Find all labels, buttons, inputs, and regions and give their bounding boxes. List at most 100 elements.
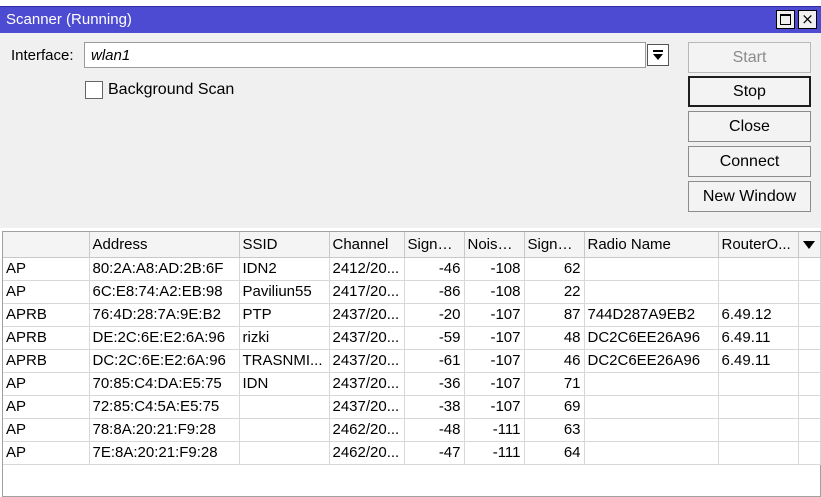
column-header-signal-strength[interactable]: Signal... [404,232,465,258]
cell-routeros-version: 6.49.11 [718,326,799,350]
cell-address: DC:2C:6E:E2:6A:96 [89,349,240,373]
cell-ssid [239,395,330,419]
interface-dropdown-button[interactable] [647,44,669,66]
cell-signal-to-noise: 63 [524,418,585,442]
cell-radio-name: DC2C6EE26A96 [584,326,719,350]
cell-spacer [798,418,821,442]
cell-noise: -111 [464,441,525,465]
cell-ssid: IDN [239,372,330,396]
cell-flags: AP [3,257,90,281]
cell-spacer [798,326,821,350]
background-scan-label[interactable]: Background Scan [108,81,234,99]
cell-ssid: PTP [239,303,330,327]
cell-radio-name [584,395,719,419]
cell-signal-to-noise: 87 [524,303,585,327]
cell-signal-strength: -48 [404,418,465,442]
title-bar: Scanner (Running) × [0,6,821,33]
cell-channel: 2437/20... [329,372,405,396]
interface-label: Interface: [11,47,74,64]
cell-flags: APRB [3,326,90,350]
cell-signal-to-noise: 69 [524,395,585,419]
cell-ssid: Paviliun55 [239,280,330,304]
cell-spacer [798,441,821,465]
table-row[interactable]: AP 78:8A:20:21:F9:28 2462/20... -48 -111 63 [3,418,821,442]
cell-channel: 2462/20... [329,441,405,465]
cell-address: 80:2A:A8:AD:2B:6F [89,257,240,281]
cell-signal-strength: -59 [404,326,465,350]
cell-signal-strength: -86 [404,280,465,304]
column-header-routeros-version[interactable]: RouterO... [718,232,799,258]
cell-routeros-version [718,257,799,281]
cell-radio-name: DC2C6EE26A96 [584,349,719,373]
column-header-flags[interactable] [3,232,90,258]
connect-button[interactable]: Connect [688,146,811,177]
cell-noise: -107 [464,349,525,373]
cell-flags: AP [3,372,90,396]
background-scan-checkbox[interactable] [85,81,103,99]
cell-signal-to-noise: 22 [524,280,585,304]
cell-signal-strength: -61 [404,349,465,373]
column-chooser-button[interactable] [798,232,821,258]
cell-noise: -107 [464,303,525,327]
cell-flags: AP [3,418,90,442]
cell-signal-to-noise: 48 [524,326,585,350]
cell-noise: -108 [464,280,525,304]
cell-radio-name [584,257,719,281]
cell-flags: AP [3,395,90,419]
interface-field[interactable]: wlan1 [84,42,646,68]
stop-button[interactable]: Stop [688,76,811,107]
cell-address: 7E:8A:20:21:F9:28 [89,441,240,465]
cell-address: 6C:E8:74:A2:EB:98 [89,280,240,304]
column-header-noise[interactable]: Noise ... [464,232,525,258]
cell-ssid [239,441,330,465]
table-row[interactable]: APRB DE:2C:6E:E2:6A:96 rizki 2437/20... -59-… [3,326,821,350]
new-window-button[interactable]: New Window [688,181,811,212]
cell-routeros-version: 6.49.11 [718,349,799,373]
cell-routeros-version [718,372,799,396]
table-row[interactable]: AP 7E:8A:20:21:F9:28 2462/20... -47 -111 64 [3,441,821,465]
column-header-ssid[interactable]: SSID [239,232,330,258]
cell-radio-name [584,280,719,304]
table-row[interactable]: APRB 76:4D:28:7A:9E:B2 PTP 2437/20... -20 -10… [3,303,821,327]
column-header-channel[interactable]: Channel [329,232,405,258]
chevron-down-icon [803,240,815,249]
cell-flags: AP [3,280,90,304]
cell-address: 72:85:C4:5A:E5:75 [89,395,240,419]
table-row[interactable]: APRB DC:2C:6E:E2:6A:96 TRASNMI... 2437/20..… [3,349,821,373]
column-header-radio-name[interactable]: Radio Name [584,232,719,258]
window-title: Scanner (Running) [6,11,132,28]
cell-spacer [798,372,821,396]
cell-routeros-version [718,418,799,442]
cell-signal-to-noise: 46 [524,349,585,373]
cell-radio-name [584,372,719,396]
column-header-address[interactable]: Address [89,232,240,258]
cell-noise: -107 [464,326,525,350]
cell-address: DE:2C:6E:E2:6A:96 [89,326,240,350]
dropdown-bar-icon [653,50,663,52]
close-button[interactable]: Close [688,111,811,142]
chevron-down-icon [653,54,663,60]
column-header-signal-to-noise[interactable]: Signal... [524,232,585,258]
table-row[interactable]: AP 70:85:C4:DA:E5:75 IDN 2437/20... -36 -107 7… [3,372,821,396]
table-row[interactable]: AP 6C:E8:74:A2:EB:98 Paviliun55 2417/20... -… [3,280,821,304]
cell-address: 78:8A:20:21:F9:28 [89,418,240,442]
close-window-button[interactable]: × [798,10,817,29]
table-row[interactable]: AP 80:2A:A8:AD:2B:6F IDN2 2412/20... -46 -108… [3,257,821,281]
cell-routeros-version [718,280,799,304]
cell-ssid: TRASNMI... [239,349,330,373]
cell-spacer [798,349,821,373]
cell-channel: 2437/20... [329,349,405,373]
cell-signal-strength: -47 [404,441,465,465]
cell-flags: APRB [3,349,90,373]
cell-ssid: IDN2 [239,257,330,281]
cell-spacer [798,257,821,281]
close-icon: × [801,10,814,28]
maximize-button[interactable] [776,10,795,29]
cell-spacer [798,395,821,419]
start-button[interactable]: Start [688,42,811,73]
table-row[interactable]: AP 72:85:C4:5A:E5:75 2437/20... -38 -107 69 [3,395,821,419]
cell-spacer [798,280,821,304]
maximize-icon [780,14,791,25]
scan-results-table: Address SSID Channel Signal... Noise ...… [2,231,821,497]
cell-signal-strength: -36 [404,372,465,396]
